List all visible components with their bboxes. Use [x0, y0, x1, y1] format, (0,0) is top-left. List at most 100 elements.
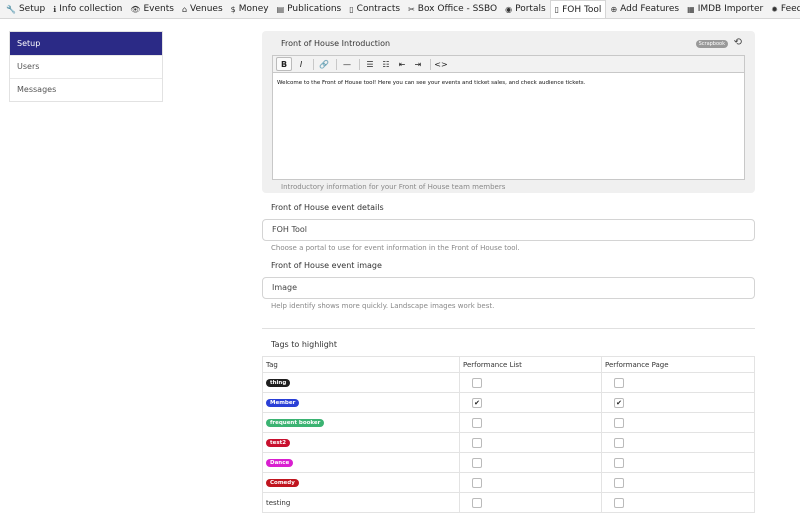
- event-details-select[interactable]: FOH Tool: [262, 219, 755, 241]
- tab-venues[interactable]: ⌂ Venues: [178, 0, 227, 18]
- toolbar-divider: [430, 58, 431, 70]
- history-icon[interactable]: ⟲: [734, 37, 742, 48]
- performance-page-checkbox[interactable]: [614, 457, 624, 468]
- tab-box-office-ssbo[interactable]: ✂ Box Office - SSBO: [404, 0, 501, 18]
- tab-contracts[interactable]: ▯ Contracts: [345, 0, 404, 18]
- numbered-list-icon[interactable]: ☷: [379, 58, 393, 70]
- tag-badge: Comedy: [266, 479, 299, 487]
- globe-icon: ◉: [505, 4, 513, 14]
- tag-badge: frequent booker: [266, 419, 325, 427]
- indent-icon[interactable]: ⇥: [411, 58, 425, 70]
- tag-badge: Dance: [266, 459, 294, 467]
- table-row: Comedy: [262, 472, 755, 493]
- performance-page-checkbox[interactable]: ✔: [614, 397, 624, 408]
- horizontal-rule-icon[interactable]: —: [340, 58, 354, 70]
- scrapbook-badge[interactable]: Scrapbook: [695, 40, 728, 48]
- code-icon[interactable]: <>: [434, 58, 448, 70]
- tag-badge: thing: [266, 379, 291, 387]
- sidebar-item-users[interactable]: Users: [10, 55, 162, 78]
- outdent-icon[interactable]: ⇤: [395, 58, 409, 70]
- intro-panel: Front of House Introduction Scrapbook ⟲ …: [262, 31, 755, 193]
- sidebar-item-setup[interactable]: Setup: [10, 32, 162, 55]
- performance-list-checkbox[interactable]: [472, 417, 482, 428]
- editor-content[interactable]: Welcome to the Front of House tool! Here…: [273, 73, 744, 93]
- tab-label: Venues: [190, 4, 223, 14]
- performance-list-checkbox[interactable]: [472, 437, 482, 448]
- event-details-hint: Choose a portal to use for event informa…: [271, 244, 520, 252]
- tab-label: Add Features: [620, 4, 680, 14]
- tag-cell: frequent booker: [262, 412, 460, 433]
- tab-publications[interactable]: ▤ Publications: [273, 0, 346, 18]
- editor-toolbar: B I 🔗 — ☰ ☷ ⇤ ⇥ <>: [273, 56, 744, 73]
- tab-label: Events: [143, 4, 174, 14]
- sidebar-item-messages[interactable]: Messages: [10, 78, 162, 101]
- performance-page-checkbox[interactable]: [614, 417, 624, 428]
- performance-page-checkbox[interactable]: [614, 477, 624, 488]
- tab-foh-tool[interactable]: ▯ FOH Tool: [549, 0, 607, 18]
- checkbox-cell: [601, 452, 755, 473]
- ticket-icon: ✂: [408, 4, 415, 14]
- bold-button[interactable]: B: [276, 57, 292, 71]
- venue-icon: ⌂: [181, 4, 188, 14]
- event-image-label: Front of House event image: [271, 261, 382, 270]
- performance-list-checkbox[interactable]: [472, 457, 482, 468]
- bullet-list-icon[interactable]: ☰: [363, 58, 377, 70]
- checkbox-cell: [459, 452, 602, 473]
- tag-badge: test2: [266, 439, 291, 447]
- tab-feedback[interactable]: ✹Feedback: [767, 0, 800, 18]
- link-icon[interactable]: 🔗: [317, 58, 331, 70]
- performance-page-checkbox[interactable]: [614, 497, 624, 508]
- checkbox-cell: [459, 432, 602, 453]
- checkbox-cell: [459, 492, 602, 513]
- publications-icon: ▤: [276, 4, 285, 14]
- event-image-select[interactable]: Image: [262, 277, 755, 299]
- checkbox-cell: [601, 432, 755, 453]
- wrench-icon: 🔧: [6, 4, 16, 14]
- performance-list-checkbox[interactable]: [472, 377, 482, 388]
- top-navigation: 🔧 Setup ℹ Info collection 👁 Events ⌂ Venues $ Mon…: [0, 0, 800, 19]
- checkbox-cell: [459, 412, 602, 433]
- checkbox-cell: ✔: [459, 392, 602, 413]
- tab-label: Contracts: [356, 4, 401, 14]
- contracts-icon: ▯: [349, 4, 354, 14]
- performance-list-checkbox[interactable]: ✔: [472, 397, 482, 408]
- performance-page-checkbox[interactable]: [614, 377, 624, 388]
- checkbox-cell: [459, 372, 602, 393]
- tab-label: Box Office - SSBO: [417, 4, 498, 14]
- tab-portals[interactable]: ◉ Portals: [501, 0, 550, 18]
- tab-label: FOH Tool: [562, 4, 602, 15]
- dollar-icon: $: [230, 4, 236, 14]
- info-icon: ℹ: [53, 4, 57, 14]
- tab-imdb-importer[interactable]: ▦ IMDB Importer: [683, 0, 767, 18]
- tags-table: Tag Performance List Performance Page th…: [262, 356, 755, 513]
- performance-page-checkbox[interactable]: [614, 437, 624, 448]
- tab-label: Publications: [287, 4, 342, 14]
- column-header-tag: Tag: [262, 356, 460, 373]
- performance-list-checkbox[interactable]: [472, 497, 482, 508]
- sidebar: Setup Users Messages: [9, 31, 163, 102]
- tag-cell: thing: [262, 372, 460, 393]
- checkbox-cell: [601, 412, 755, 433]
- tag-cell: Comedy: [262, 472, 460, 493]
- tab-money[interactable]: $ Money: [227, 0, 273, 18]
- tab-add-features[interactable]: ⊕ Add Features: [606, 0, 683, 18]
- toolbar-divider: [336, 58, 337, 70]
- checkbox-cell: ✔: [601, 392, 755, 413]
- table-row: Member ✔ ✔: [262, 392, 755, 413]
- rich-text-editor[interactable]: B I 🔗 — ☰ ☷ ⇤ ⇥ <> Welcome to the Front …: [272, 55, 745, 180]
- tab-label: Setup: [18, 4, 46, 14]
- film-icon: ▦: [687, 4, 695, 14]
- performance-list-checkbox[interactable]: [472, 477, 482, 488]
- tab-label: Money: [238, 4, 269, 14]
- table-row: testing: [262, 492, 755, 513]
- tab-info-collection[interactable]: ℹ Info collection: [49, 0, 126, 18]
- checkbox-cell: [459, 472, 602, 493]
- tag-cell: Dance: [262, 452, 460, 473]
- tab-setup[interactable]: 🔧 Setup: [2, 0, 49, 18]
- tag-cell: testing: [262, 492, 460, 513]
- tab-events[interactable]: 👁 Events: [126, 0, 178, 18]
- table-row: Dance: [262, 452, 755, 473]
- section-divider: [262, 328, 755, 329]
- italic-button[interactable]: I: [294, 58, 308, 70]
- intro-hint: Introductory information for your Front …: [281, 183, 506, 191]
